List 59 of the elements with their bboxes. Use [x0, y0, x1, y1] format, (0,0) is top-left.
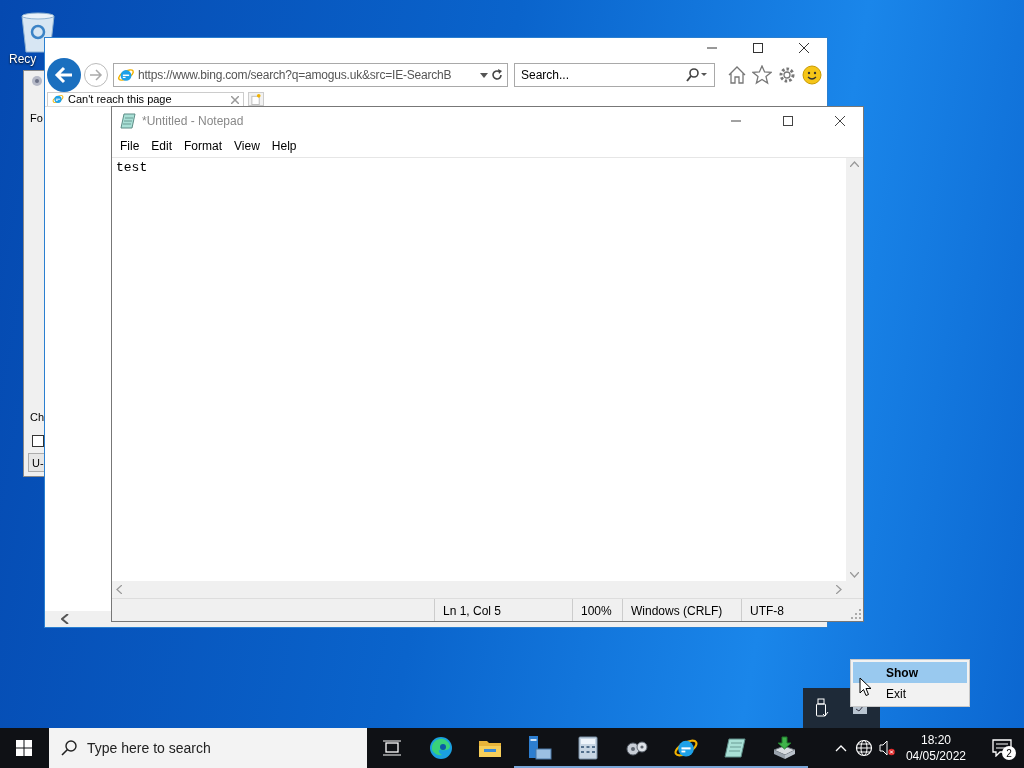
app-icon — [31, 75, 43, 87]
size-grip-icon[interactable] — [851, 609, 861, 619]
menu-item[interactable]: Show — [853, 662, 967, 683]
chevron-up-icon[interactable] — [834, 744, 847, 752]
back-arrow-icon[interactable] — [54, 66, 74, 84]
notepad-icon — [722, 737, 747, 759]
close-icon[interactable] — [835, 116, 845, 126]
menu-item[interactable]: Format — [178, 139, 229, 153]
address-bar[interactable]: https://www.bing.com/search?q=amogus.uk&src=IE-SearchB — [113, 63, 508, 87]
calculator-icon — [577, 736, 598, 760]
browser-tab[interactable]: Can't reach this page — [47, 92, 244, 106]
chat-bubble-icon[interactable] — [992, 739, 1012, 757]
clock[interactable]: 18:20 04/05/2022 — [897, 732, 972, 764]
search-icon — [61, 740, 77, 756]
close-icon[interactable] — [799, 43, 809, 53]
text-content[interactable]: test — [112, 158, 846, 177]
maximize-icon[interactable] — [783, 116, 793, 126]
clock-time: 18:20 — [920, 732, 951, 748]
refresh-icon[interactable] — [491, 69, 503, 81]
status-text: Windows (CRLF) — [622, 599, 741, 621]
usb-drive-icon[interactable] — [815, 698, 829, 718]
menu-item[interactable]: View — [228, 139, 266, 153]
status-text: UTF-8 — [741, 599, 847, 621]
search-icon[interactable] — [686, 68, 708, 82]
notifications-button[interactable]: 2 — [980, 728, 1024, 768]
search-field[interactable]: Search... — [514, 63, 715, 87]
maximize-icon[interactable] — [753, 43, 763, 53]
search-field[interactable]: Type here to search — [49, 728, 367, 768]
dialog-label: Fo — [30, 112, 43, 124]
globe-icon[interactable] — [854, 739, 873, 757]
window-title: *Untitled - Notepad — [142, 114, 245, 128]
dropdown-icon[interactable] — [480, 72, 488, 78]
scroll-left-icon[interactable] — [61, 614, 69, 624]
status-text: Ln 1, Col 5 — [434, 599, 572, 621]
status-text: 100% — [572, 599, 622, 621]
star-icon[interactable] — [752, 65, 772, 85]
menu-item[interactable]: Edit — [145, 139, 179, 153]
desktop-icon-label: Recy — [9, 52, 37, 66]
browser-icon — [117, 66, 135, 84]
menu-item[interactable]: File — [114, 139, 146, 153]
folder-icon — [477, 738, 502, 758]
combo-box[interactable]: U- — [28, 453, 44, 472]
clock-date: 04/05/2022 — [905, 748, 966, 764]
task-view-icon — [382, 740, 401, 756]
notification-count: 2 — [1002, 746, 1016, 760]
back-button[interactable] — [47, 58, 81, 92]
browser-icon — [52, 93, 64, 105]
checkbox[interactable] — [32, 435, 44, 447]
settings-icon[interactable] — [777, 65, 797, 85]
home-icon[interactable] — [727, 65, 747, 85]
browser-icon — [428, 736, 453, 760]
menu-item[interactable]: Help — [265, 139, 303, 153]
smiley-icon[interactable] — [802, 65, 822, 85]
menu-item[interactable]: Exit — [853, 683, 967, 704]
dialog-label: Ch — [30, 411, 45, 423]
gear-pair-icon — [624, 738, 649, 758]
mouse-cursor-icon — [859, 677, 872, 697]
notepad-icon — [120, 113, 136, 129]
volume-muted-icon[interactable] — [878, 740, 895, 756]
